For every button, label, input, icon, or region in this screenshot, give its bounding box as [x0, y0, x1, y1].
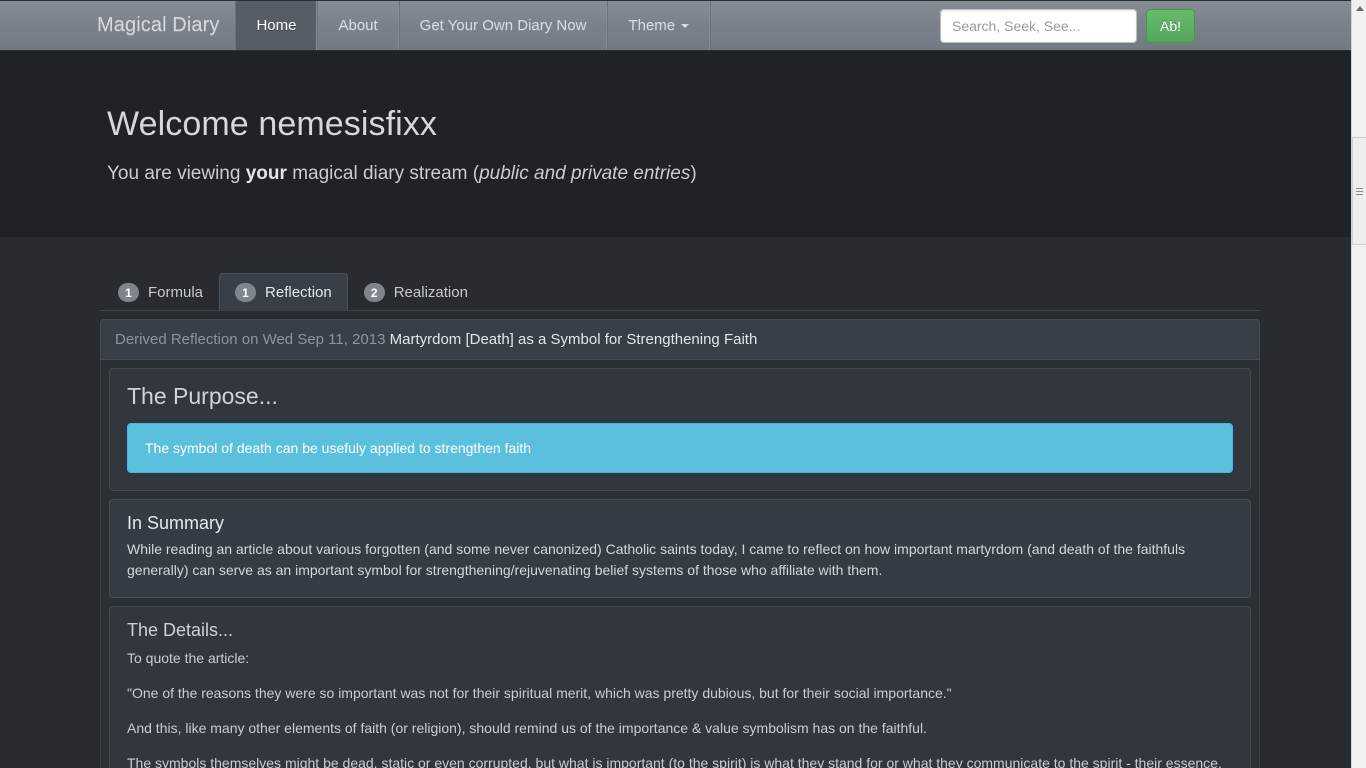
- summary-text: While reading an article about various f…: [127, 541, 1186, 578]
- nav-link-theme[interactable]: Theme: [607, 1, 711, 50]
- tab-reflection-count: 1: [235, 283, 257, 303]
- nav-link-get-your-own-diary-now[interactable]: Get Your Own Diary Now: [398, 1, 608, 50]
- scrollbar-thumb[interactable]: [1352, 137, 1366, 245]
- page-root: Magical Diary Home About Get Your Own Di…: [0, 0, 1366, 768]
- purpose-heading: The Purpose...: [127, 383, 278, 410]
- purpose-alert: The symbol of death can be usefuly appli…: [127, 423, 1233, 474]
- details-heading: The Details...: [127, 619, 234, 640]
- tab-reflection-label: Reflection: [265, 284, 332, 302]
- details-paragraph: And this, like many other elements of fa…: [127, 720, 927, 737]
- summary-heading: In Summary: [127, 513, 225, 534]
- details-paragraph: To quote the article:: [127, 649, 250, 666]
- details-panel: The Details... To quote the article: "On…: [109, 605, 1251, 768]
- scrollbar-track[interactable]: [1352, 17, 1366, 768]
- subtitle-visibility-note: public and private entries: [479, 163, 691, 185]
- navbar-brand[interactable]: Magical Diary: [0, 1, 235, 50]
- nav-link-home-label: Home: [256, 17, 297, 34]
- subtitle-middle: magical diary stream (: [286, 163, 480, 185]
- page-title: Welcome nemesisfixx: [107, 105, 438, 143]
- navbar-links: Home About Get Your Own Diary Now Theme: [235, 1, 711, 50]
- entry-header-bar[interactable]: Derived Reflection on Wed Sep 11, 2013 M…: [100, 319, 1260, 361]
- tab-realization[interactable]: 2 Realization: [348, 273, 484, 311]
- page-subtitle: You are viewing your magical diary strea…: [107, 163, 1351, 185]
- nav-link-about-label: About: [338, 17, 378, 34]
- tab-realization-count: 2: [363, 283, 385, 303]
- navbar-spacer: [710, 1, 940, 50]
- subtitle-suffix: ): [690, 163, 697, 185]
- tab-formula-label: Formula: [148, 284, 204, 302]
- details-paragraph: The symbols themselves might be dead, st…: [127, 755, 1222, 768]
- navbar: Magical Diary Home About Get Your Own Di…: [0, 0, 1351, 51]
- tab-formula[interactable]: 1 Formula: [102, 273, 219, 311]
- scroll-up-arrow-icon: [1355, 6, 1364, 11]
- tab-formula-count: 1: [118, 283, 139, 303]
- nav-link-theme-label: Theme: [628, 17, 676, 34]
- nav-link-home[interactable]: Home: [235, 1, 318, 50]
- entry-title: Martyrdom [Death] as a Symbol for Streng…: [389, 331, 758, 349]
- entry-body: The Purpose... The symbol of death can b…: [100, 360, 1260, 768]
- nav-link-about[interactable]: About: [317, 1, 399, 50]
- search-submit-button[interactable]: Ab!: [1145, 8, 1195, 43]
- vertical-scrollbar[interactable]: [1351, 0, 1366, 768]
- chevron-down-icon: [681, 23, 690, 28]
- entry-meta: Derived Reflection on Wed Sep 11, 2013: [115, 331, 386, 349]
- summary-panel: In Summary While reading an article abou…: [109, 499, 1251, 598]
- jumbotron: Welcome nemesisfixx You are viewing your…: [0, 51, 1351, 238]
- subtitle-emphasis: your: [245, 163, 287, 185]
- entry-type-tabs: 1 Formula 1 Reflection 2 Realization: [100, 273, 1260, 312]
- scroll-up-button[interactable]: [1352, 0, 1366, 17]
- navbar-search-form: Ab!: [939, 1, 1351, 50]
- search-input[interactable]: [939, 8, 1137, 43]
- details-paragraph: "One of the reasons they were so importa…: [127, 684, 952, 701]
- purpose-panel: The Purpose... The symbol of death can b…: [109, 368, 1251, 492]
- tab-realization-label: Realization: [393, 284, 468, 302]
- tab-reflection[interactable]: 1 Reflection: [219, 273, 348, 312]
- nav-link-get-your-own-diary-now-label: Get Your Own Diary Now: [419, 17, 587, 34]
- subtitle-prefix: You are viewing: [107, 163, 246, 185]
- scrollbar-grip-icon: [1356, 186, 1363, 197]
- main-content: 1 Formula 1 Reflection 2 Realization Der…: [100, 237, 1260, 768]
